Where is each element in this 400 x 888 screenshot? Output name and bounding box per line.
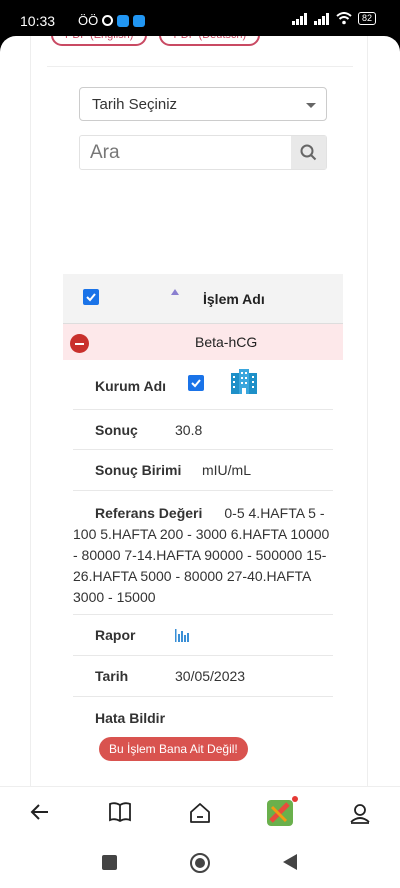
table-header: İşlem Adı	[63, 274, 343, 324]
status-time: 10:33	[20, 13, 56, 29]
check-icon	[191, 379, 201, 388]
rapor-label: Rapor	[95, 627, 136, 643]
recents-button[interactable]	[102, 855, 117, 870]
detail-birim: Sonuç Birimi mIU/mL	[73, 450, 333, 491]
signal-icon	[291, 12, 308, 25]
tarih-label: Tarih	[95, 668, 129, 684]
system-nav	[0, 838, 400, 888]
birim-value: mIU/mL	[202, 462, 251, 478]
app-notification-icon	[117, 14, 130, 27]
bottom-nav	[0, 786, 400, 838]
home-button[interactable]	[189, 852, 211, 874]
kurum-label: Kurum Adı	[95, 378, 167, 394]
search-button[interactable]	[291, 136, 326, 169]
battery-icon: 82	[357, 12, 376, 25]
kurum-checkbox[interactable]	[188, 375, 204, 391]
pdf-english-button[interactable]: PDF (English)	[51, 36, 148, 46]
sonuc-value: 30.8	[175, 422, 203, 438]
table-row[interactable]: Beta-hCG	[63, 324, 343, 360]
app-icon[interactable]	[266, 796, 298, 827]
back-button[interactable]	[282, 853, 298, 871]
detail-tarih: Tarih 30/05/2023	[73, 656, 333, 697]
app-logo-icon	[267, 800, 293, 826]
birim-label: Sonuç Birimi	[95, 462, 182, 478]
notification-icons: ÖÖ	[78, 13, 146, 28]
home-icon[interactable]	[188, 801, 212, 825]
tarih-value: 30/05/2023	[175, 668, 246, 684]
detail-referans: Referans Değeri 0-5 4.HAFTA 5 - 100 5.HAF…	[73, 491, 333, 615]
sort-asc-icon[interactable]	[171, 289, 179, 295]
not-mine-button[interactable]: Bu İşlem Bana Ait Değil!	[99, 737, 248, 761]
date-select[interactable]: Tarih Seçiniz	[79, 87, 327, 121]
check-icon	[86, 293, 96, 302]
pdf-deutsch-button[interactable]: PDF (Deutsch)	[159, 36, 261, 46]
signal-icon-2	[313, 12, 330, 25]
detail-sonuc: Sonuç 30.8	[73, 410, 333, 450]
detail-rapor: Rapor	[73, 615, 333, 656]
content-card: PDF (English) PDF (Deutsch) Tarih Seçini…	[30, 36, 368, 786]
column-header-islem-adi[interactable]: İşlem Adı	[203, 291, 265, 307]
play-notification-icon	[133, 14, 146, 27]
search-input[interactable]	[80, 136, 292, 169]
pdf-buttons: PDF (English) PDF (Deutsch)	[51, 36, 261, 46]
chevron-down-icon	[306, 103, 316, 108]
status-bar: 10:33 ÖÖ 82	[0, 0, 400, 40]
referans-label: Referans Değeri	[95, 505, 203, 521]
divider	[47, 66, 353, 67]
referans-row: Referans Değeri 0-5 4.HAFTA 5 - 100 5.HAF…	[73, 491, 333, 608]
arrow-left-icon[interactable]	[29, 801, 51, 823]
date-select-value: Tarih Seçiniz	[92, 96, 178, 113]
hata-label: Hata Bildir	[95, 710, 166, 726]
detail-hata: Hata Bildir Bu İşlem Bana Ait Değil!	[73, 697, 333, 777]
notification-dot	[292, 796, 298, 802]
building-icon	[231, 369, 257, 394]
search-icon	[300, 144, 317, 161]
system-status-icons: 82	[291, 12, 376, 25]
carrier-marks: ÖÖ	[78, 13, 99, 28]
sonuc-label: Sonuç	[95, 422, 138, 438]
search-bar	[79, 135, 327, 170]
detail-kurum: Kurum Adı	[73, 360, 333, 410]
alarm-icon	[102, 15, 114, 26]
page: PDF (English) PDF (Deutsch) Tarih Seçini…	[0, 36, 400, 786]
wifi-icon	[336, 12, 352, 25]
book-icon[interactable]	[108, 801, 132, 823]
profile-icon[interactable]	[348, 801, 372, 825]
row-test-name: Beta-hCG	[195, 334, 258, 350]
bar-chart-icon[interactable]	[175, 628, 189, 642]
results-table: İşlem Adı Beta-hCG Kurum Adı Sonuç 30.8 …	[63, 274, 343, 777]
select-all-checkbox[interactable]	[83, 289, 99, 305]
collapse-icon[interactable]	[70, 334, 89, 353]
